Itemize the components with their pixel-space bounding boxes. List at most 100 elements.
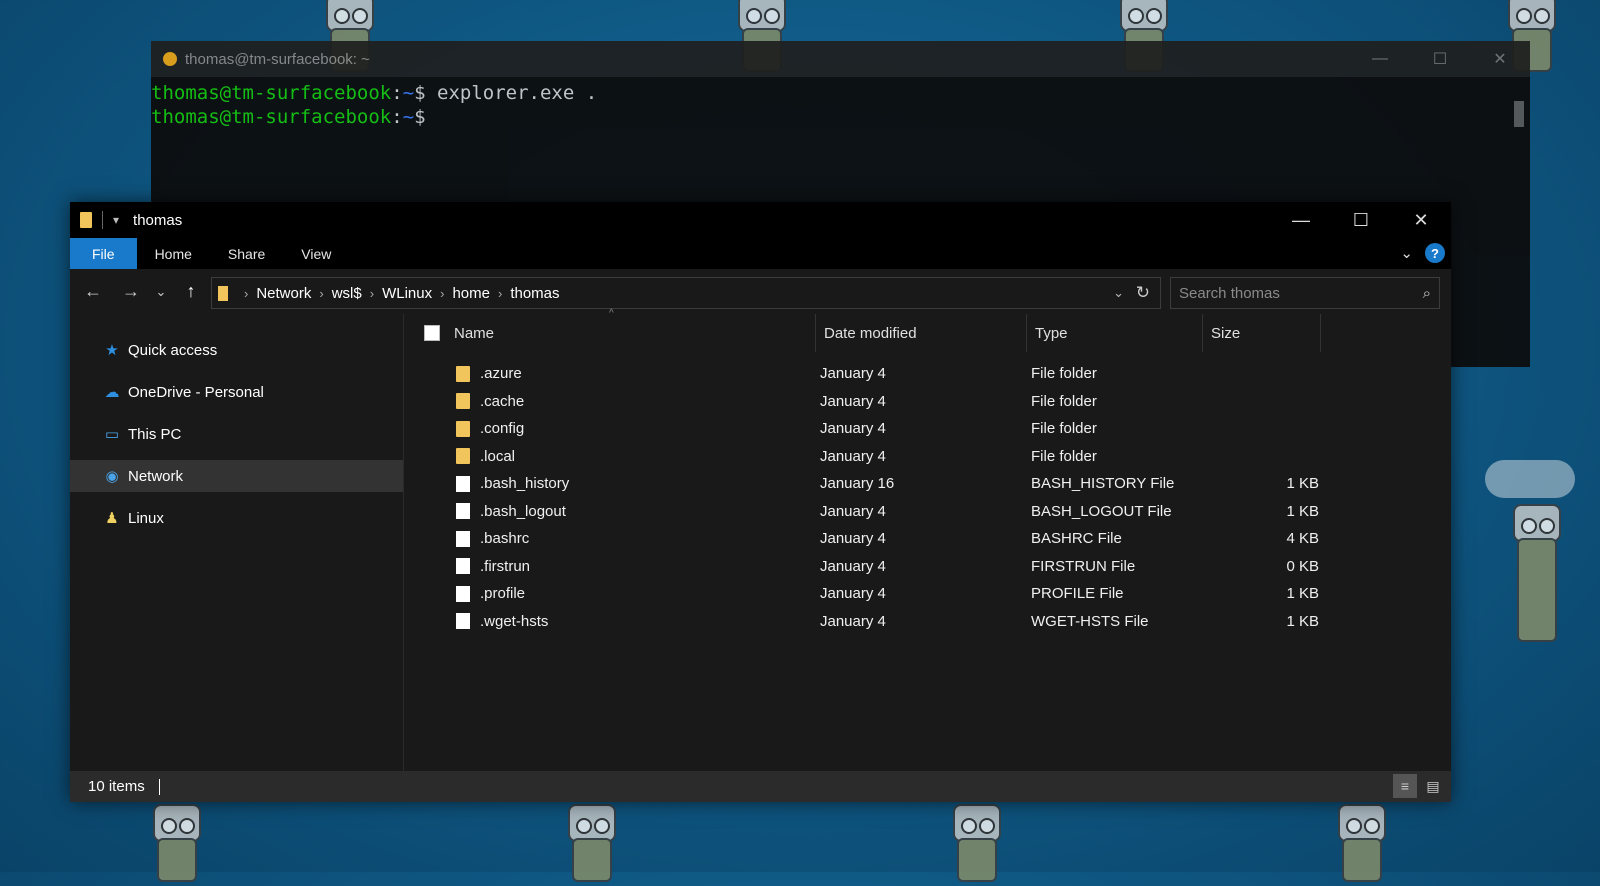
- wallpaper-robot: [945, 800, 1005, 886]
- breadcrumb-separator[interactable]: ›: [498, 286, 502, 301]
- file-type: PROFILE File: [1031, 585, 1124, 603]
- recent-locations-dropdown[interactable]: ⌄: [146, 284, 176, 300]
- file-row[interactable]: .bash_logout January 4 BASH_LOGOUT File 1 K…: [404, 498, 1451, 526]
- terminal-scrollbar[interactable]: [1512, 87, 1526, 357]
- tab-home[interactable]: Home: [137, 238, 210, 269]
- file-explorer-window[interactable]: ▾ thomas — ☐ ✕ File Home Share View ⌄ ? …: [70, 202, 1451, 802]
- wallpaper-robot: [145, 800, 205, 886]
- file-name: .bashrc: [480, 530, 530, 548]
- sidebar-item-label: This PC: [128, 425, 182, 443]
- file-row[interactable]: .bash_history January 16 BASH_HISTORY File…: [404, 470, 1451, 498]
- file-icon: [456, 558, 470, 575]
- back-button[interactable]: ←: [78, 281, 108, 302]
- network-icon: ◉: [105, 468, 119, 485]
- prompt-user: thomas@tm-surfacebook: [151, 106, 392, 128]
- sidebar-item-this-pc[interactable]: ▭ This PC: [70, 418, 403, 450]
- breadcrumb-wsl[interactable]: wsl$: [332, 285, 362, 302]
- help-icon[interactable]: ?: [1425, 243, 1445, 263]
- file-date-modified: January 4: [820, 612, 886, 630]
- file-row[interactable]: .firstrun January 4 FIRSTRUN File 0 KB: [404, 553, 1451, 581]
- prompt-dollar: $: [414, 82, 426, 104]
- file-size: 4 KB: [1286, 530, 1319, 548]
- folder-icon: [456, 420, 470, 437]
- column-header-date-modified[interactable]: Date modified: [816, 314, 1027, 352]
- column-header-size[interactable]: Size: [1203, 314, 1321, 352]
- prompt-dollar: $: [414, 106, 426, 128]
- file-size: 1 KB: [1286, 475, 1319, 493]
- navigation-pane: ★ Quick access ☁ OneDrive - Personal ▭ T…: [70, 314, 404, 771]
- terminal-maximize-button[interactable]: ☐: [1410, 41, 1470, 77]
- file-date-modified: January 4: [820, 392, 886, 410]
- minimize-button[interactable]: —: [1271, 202, 1331, 238]
- breadcrumb-network[interactable]: Network: [256, 285, 311, 302]
- terminal-minimize-button[interactable]: —: [1350, 41, 1410, 77]
- wallpaper-cloud: [1485, 460, 1575, 498]
- forward-button[interactable]: →: [116, 281, 146, 302]
- sidebar-item-linux[interactable]: ♟ Linux: [70, 502, 403, 534]
- select-all-checkbox[interactable]: [424, 325, 440, 341]
- file-size: 1 KB: [1286, 612, 1319, 630]
- column-header-name[interactable]: Name: [454, 314, 816, 352]
- breadcrumb-separator[interactable]: ›: [440, 286, 444, 301]
- file-name: .azure: [480, 365, 522, 383]
- scrollbar-thumb[interactable]: [1514, 101, 1524, 127]
- details-view-icon[interactable]: ≡: [1393, 774, 1417, 798]
- file-icon: [456, 475, 470, 492]
- file-date-modified: January 4: [820, 530, 886, 548]
- file-row[interactable]: .cache January 4 File folder: [404, 388, 1451, 416]
- file-date-modified: January 4: [820, 365, 886, 383]
- command-text: explorer.exe .: [425, 82, 598, 104]
- file-row[interactable]: .azure January 4 File folder: [404, 360, 1451, 388]
- folder-icon[interactable]: [80, 212, 92, 228]
- sort-caret-icon: ^: [609, 308, 614, 319]
- cloud-icon: ☁: [104, 384, 120, 401]
- file-icon: [456, 530, 470, 547]
- file-date-modified: January 4: [820, 585, 886, 603]
- file-size: 1 KB: [1286, 585, 1319, 603]
- expand-ribbon-chevron-icon[interactable]: ⌄: [1400, 244, 1413, 262]
- search-icon[interactable]: ⌕: [1423, 285, 1431, 302]
- quick-access-toolbar-dropdown[interactable]: ▾: [113, 213, 119, 227]
- folder-icon: [218, 285, 228, 301]
- file-row[interactable]: .profile January 4 PROFILE File 1 KB: [404, 580, 1451, 608]
- breadcrumb-home[interactable]: home: [452, 285, 490, 302]
- up-button[interactable]: ↑: [176, 281, 206, 302]
- explorer-titlebar[interactable]: ▾ thomas — ☐ ✕: [70, 202, 1451, 238]
- terminal-output[interactable]: thomas@tm-surfacebook:~$ explorer.exe . …: [151, 77, 1530, 129]
- file-type: File folder: [1031, 392, 1097, 410]
- breadcrumb-wlinux[interactable]: WLinux: [382, 285, 432, 302]
- breadcrumb-separator[interactable]: ›: [370, 286, 374, 301]
- large-icons-view-icon[interactable]: ▤: [1421, 774, 1445, 798]
- file-row[interactable]: .config January 4 File folder: [404, 415, 1451, 443]
- terminal-titlebar[interactable]: thomas@tm-surfacebook: ~ — ☐ ✕: [151, 41, 1530, 77]
- file-row[interactable]: .wget-hsts January 4 WGET-HSTS File 1 KB: [404, 608, 1451, 636]
- search-box[interactable]: ⌕: [1170, 277, 1440, 309]
- sidebar-item-label: Quick access: [128, 341, 218, 359]
- column-header-type[interactable]: Type: [1027, 314, 1203, 352]
- breadcrumb-separator[interactable]: ›: [319, 286, 323, 301]
- address-bar[interactable]: › Network › wsl$ › WLinux › home › thoma…: [211, 277, 1161, 309]
- status-bar: 10 items ≡ ▤: [70, 771, 1451, 802]
- breadcrumb-thomas[interactable]: thomas: [510, 285, 559, 302]
- file-name: .config: [480, 420, 525, 438]
- file-row[interactable]: .bashrc January 4 BASHRC File 4 KB: [404, 525, 1451, 553]
- file-name: .bash_history: [480, 475, 570, 493]
- sidebar-item-network[interactable]: ◉ Network: [70, 460, 403, 492]
- tab-file[interactable]: File: [70, 238, 137, 269]
- sidebar-item-onedrive[interactable]: ☁ OneDrive - Personal: [70, 376, 403, 408]
- refresh-icon[interactable]: ↻: [1136, 283, 1150, 303]
- tab-share[interactable]: Share: [210, 238, 283, 269]
- maximize-button[interactable]: ☐: [1331, 202, 1391, 238]
- file-row[interactable]: .local January 4 File folder: [404, 443, 1451, 471]
- sidebar-item-quick-access[interactable]: ★ Quick access: [70, 334, 403, 366]
- file-type: File folder: [1031, 365, 1097, 383]
- close-button[interactable]: ✕: [1391, 202, 1451, 238]
- folder-icon: [456, 448, 470, 465]
- divider: [102, 211, 103, 229]
- search-input[interactable]: [1171, 283, 1401, 303]
- tab-view[interactable]: View: [283, 238, 349, 269]
- file-type: File folder: [1031, 420, 1097, 438]
- breadcrumb-separator[interactable]: ›: [244, 286, 248, 301]
- address-dropdown-chevron-icon[interactable]: ⌄: [1113, 285, 1124, 301]
- terminal-close-button[interactable]: ✕: [1470, 41, 1530, 77]
